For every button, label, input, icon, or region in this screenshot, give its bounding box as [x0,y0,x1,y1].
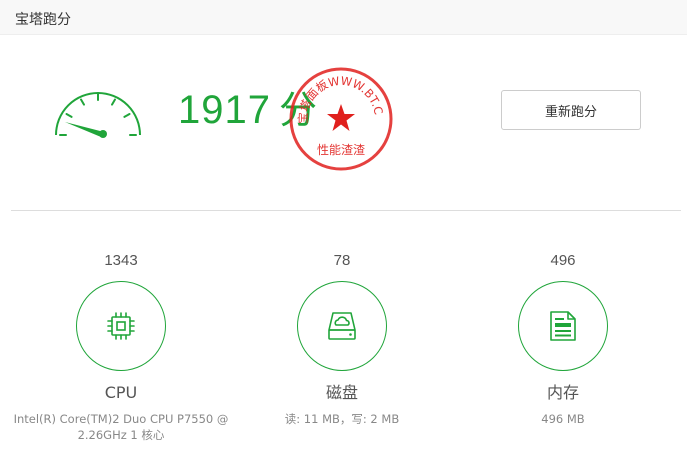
star-icon [327,104,355,131]
performance-stamp: 宝塔面板WWW.BT.CN 性能渣渣 [288,66,393,171]
cpu-metric: 1343 CPU Intel(R) Core(TM)2 Duo CPU P755… [11,250,231,450]
cpu-circle [76,281,166,371]
memory-label: 内存 [546,383,579,402]
memory-detail: 496 MB [541,412,585,426]
window-title: 宝塔跑分 [15,12,71,28]
score-value: 1917 [178,88,271,132]
cpu-detail: Intel(R) Core(TM)2 Duo CPU P7550 @ 2.26G… [13,412,229,442]
stamp-bottom-text: 性能渣渣 [317,143,365,157]
speedometer-icon [55,92,141,138]
cpu-label: CPU [104,383,138,402]
memory-circle [518,281,608,371]
memory-score: 496 [550,252,576,269]
window-titlebar: 宝塔跑分 [0,0,687,35]
disk-icon [328,312,356,340]
memory-metric: 496 内存 496 MB [453,250,673,450]
disk-label: 磁盘 [325,383,358,402]
disk-detail: 读: 11 MB，写: 2 MB [284,412,400,426]
disk-circle [297,281,387,371]
gauge-needle [65,122,104,137]
memory-icon [550,311,576,341]
disk-score: 78 [333,252,351,269]
cpu-icon [107,312,135,340]
section-divider [11,210,681,211]
rebench-button[interactable]: 重新跑分 [501,90,641,130]
cpu-score: 1343 [104,252,138,269]
disk-metric: 78 磁盘 读: 11 MB，写: 2 MB [232,250,452,450]
